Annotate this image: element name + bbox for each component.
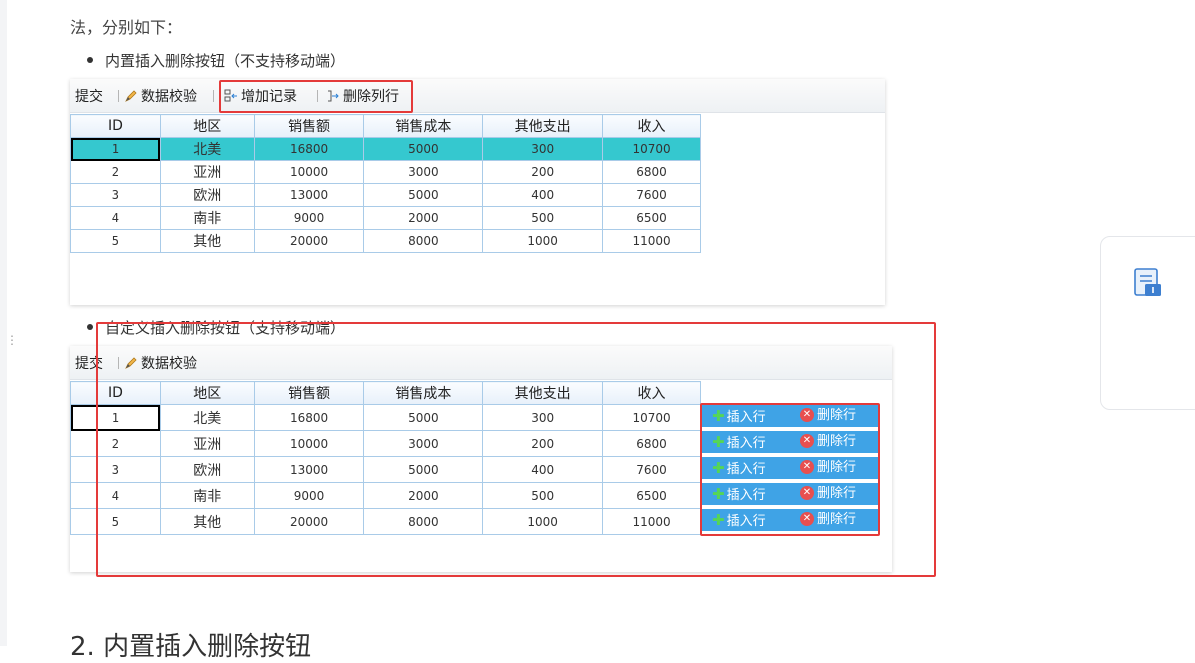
grid-cell[interactable]: 1 (70, 137, 161, 161)
grid-cell[interactable]: 300 (482, 137, 604, 161)
col-header-cost: 销售成本 (363, 114, 484, 138)
grid-cell[interactable]: 1000 (482, 229, 604, 253)
col-header-sales: 销售额 (253, 114, 365, 138)
document-icon[interactable] (1131, 266, 1165, 300)
grid-cell[interactable]: 6500 (602, 206, 701, 230)
col-header-income: 收入 (602, 114, 701, 138)
floating-side-card[interactable] (1100, 236, 1195, 410)
grid-cell[interactable]: 亚洲 (159, 160, 255, 184)
highlight-box-custom-section (96, 322, 936, 577)
toolbar-separator (213, 90, 214, 102)
table-row[interactable]: 1 北美 16800 5000 300 10700 (70, 137, 701, 161)
grid-cell[interactable]: 6800 (602, 160, 701, 184)
grid-cell[interactable]: 3 (70, 183, 161, 207)
grid-header-row: ID 地区 销售额 销售成本 其他支出 收入 (70, 114, 701, 138)
grid-cell[interactable]: 5 (70, 229, 161, 253)
grid-cell[interactable]: 13000 (253, 183, 365, 207)
bullet-dot-icon (87, 56, 93, 63)
col-header-id: ID (70, 114, 161, 138)
demo-panel-builtin: 提交 数据校验 增加记录 删除列行 ID 地区 销售额 销售成本 其他支出 收入… (70, 79, 885, 305)
grid-cell[interactable]: 北美 (159, 137, 255, 161)
grid-cell[interactable]: 3000 (363, 160, 484, 184)
grid-cell[interactable]: 5000 (363, 183, 484, 207)
col-header-other: 其他支出 (482, 114, 604, 138)
grid-cell[interactable]: 2 (70, 160, 161, 184)
grid-cell[interactable]: 20000 (253, 229, 365, 253)
grid-cell[interactable]: 8000 (363, 229, 484, 253)
toolbar-separator (118, 90, 119, 102)
grid-cell[interactable]: 南非 (159, 206, 255, 230)
grid-cell[interactable]: 200 (482, 160, 604, 184)
grid-cell[interactable]: 16800 (253, 137, 365, 161)
grid-cell[interactable]: 9000 (253, 206, 365, 230)
highlight-box-toolbar (219, 80, 413, 113)
left-gutter (0, 0, 7, 646)
drag-handle-icon[interactable]: ⋮ (6, 334, 18, 346)
grid-cell[interactable]: 10700 (602, 137, 701, 161)
bullet-builtin-label: 内置插入删除按钮（不支持移动端） (105, 52, 346, 70)
validate-button[interactable]: 数据校验 (124, 86, 197, 106)
bullet-dot-icon (87, 323, 93, 330)
validate-label: 数据校验 (141, 89, 197, 105)
grid-cell[interactable]: 7600 (602, 183, 701, 207)
toolbar-builtin: 提交 数据校验 增加记录 删除列行 (70, 79, 885, 113)
grid-cell[interactable]: 4 (70, 206, 161, 230)
table-row[interactable]: 4 南非 9000 2000 500 6500 (70, 206, 701, 230)
intro-text: 法，分别如下： (70, 0, 1190, 40)
intro-line-2: 法，分别如下： (70, 18, 183, 37)
grid-cell[interactable]: 欧洲 (159, 183, 255, 207)
data-grid-builtin: ID 地区 销售额 销售成本 其他支出 收入 1 北美 16800 5000 3… (70, 114, 701, 253)
grid-cell[interactable]: 400 (482, 183, 604, 207)
grid-cell[interactable]: 5000 (363, 137, 484, 161)
grid-cell[interactable]: 其他 (159, 229, 255, 253)
submit-button[interactable]: 提交 (75, 86, 103, 106)
col-header-region: 地区 (159, 114, 255, 138)
grid-cell[interactable]: 11000 (602, 229, 701, 253)
section-heading: 2. 内置插入删除按钮 (70, 632, 312, 662)
table-row[interactable]: 2 亚洲 10000 3000 200 6800 (70, 160, 701, 184)
grid-cell[interactable]: 2000 (363, 206, 484, 230)
bullet-builtin: 内置插入删除按钮（不支持移动端） (87, 50, 345, 71)
grid-cell[interactable]: 500 (482, 206, 604, 230)
table-row[interactable]: 3 欧洲 13000 5000 400 7600 (70, 183, 701, 207)
pencil-icon (125, 90, 137, 102)
table-row[interactable]: 5 其他 20000 8000 1000 11000 (70, 229, 701, 253)
grid-cell[interactable]: 10000 (253, 160, 365, 184)
